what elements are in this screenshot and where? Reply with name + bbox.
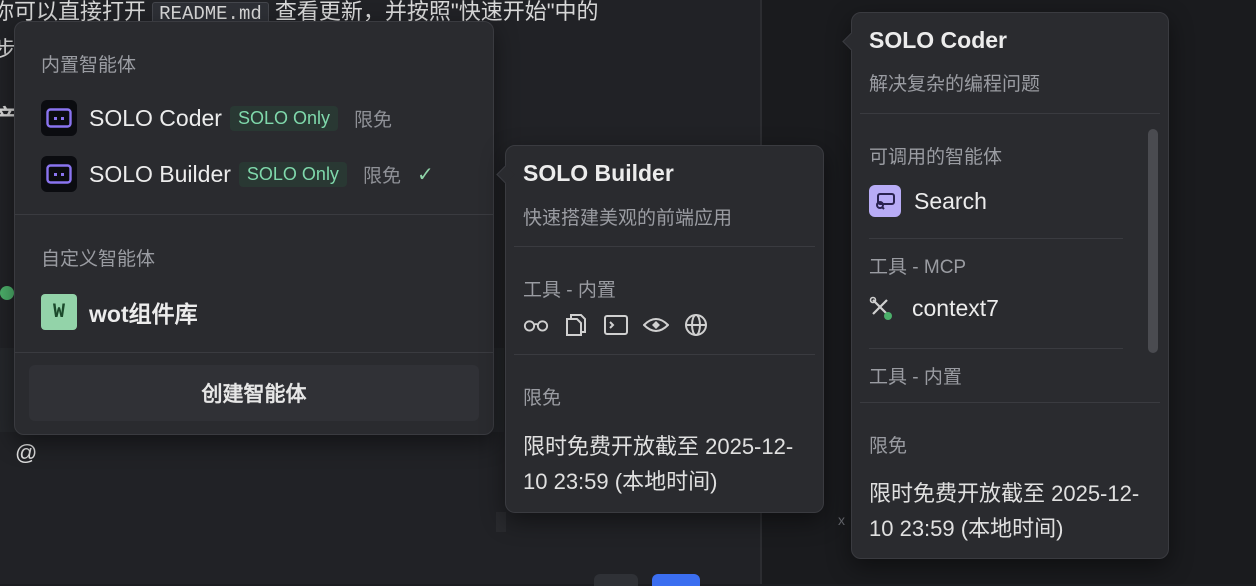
builder-tooltip: SOLO Builder 快速搭建美观的前端应用 工具 - 内置 限免 限时免费… [496,145,824,513]
globe-icon [683,312,709,338]
builtin-agents-heading: 内置智能体 [41,55,137,76]
tooltip-divider [869,348,1123,349]
robot-icon [41,100,77,136]
tooltip-title: SOLO Builder [523,160,674,186]
tooltip-subtitle: 快速搭建美观的前端应用 [523,208,733,229]
glasses-icon [523,312,549,338]
agent-item-solo-builder[interactable]: SOLO Builder SOLO Only 限免 ✓ [41,156,434,192]
callable-agent-search: Search [869,185,987,217]
tooltip-divider [860,113,1160,114]
tooltip-divider [860,402,1160,403]
tools-mcp-label: 工具 - MCP [869,257,967,278]
menu-divider [15,352,493,353]
agent-name: SOLO Coder [89,104,222,131]
menu-divider [15,214,493,215]
mcp-tool-context7: context7 [869,295,999,322]
tooltip-title: SOLO Coder [869,27,1008,53]
agent-item-wot[interactable]: W wot组件库 [41,294,206,330]
free-label: 限免 [869,436,908,457]
agent-picker-menu: 内置智能体 SOLO Coder SOLO Only 限免 SOLO Build… [14,21,494,435]
solo-only-badge: SOLO Only [229,105,338,131]
agent-name: Search [914,187,987,214]
send-button[interactable] [652,574,700,586]
tool-name: context7 [912,295,999,321]
custom-agents-heading: 自定义智能体 [41,249,156,270]
panel-edge [496,512,506,532]
coder-tooltip: SOLO Coder 解决复杂的编程问题 可调用的智能体 Search 工具 -… [842,12,1169,559]
agent-item-solo-coder[interactable]: SOLO Coder SOLO Only 限免 [41,100,392,136]
robot-icon [41,156,77,192]
agent-name: wot组件库 [89,301,198,327]
free-period-text: 限时免费开放截至 2025-12-10 23:59 (本地时间) [523,434,794,494]
free-period-text: 限时免费开放截至 2025-12-10 23:59 (本地时间) [869,481,1140,541]
tools-builtin-label: 工具 - 内置 [523,280,616,301]
tooltip-divider [869,238,1123,239]
free-label: 限免 [523,388,562,409]
tools-icon [869,296,897,322]
tooltip-subtitle: 解决复杂的编程问题 [869,74,1041,95]
scrollbar-thumb[interactable] [1148,129,1158,353]
chat-input-text[interactable]: @ [15,440,37,466]
search-agent-icon [869,185,901,217]
selected-check-icon: ✓ [416,163,434,186]
tools-builtin-label: 工具 - 内置 [869,367,962,388]
create-agent-button[interactable]: 创建智能体 [29,365,479,421]
copy-files-icon [563,312,589,338]
status-dot-icon [0,286,14,300]
free-tag: 限免 [362,165,401,187]
w-letter-icon: W [41,294,77,330]
free-tag: 限免 [353,109,392,131]
input-action-button[interactable] [594,574,638,586]
callable-agents-label: 可调用的智能体 [869,147,1003,168]
eye-preview-icon [643,312,669,338]
tooltip-divider [514,354,815,355]
close-icon[interactable]: x [838,512,845,528]
agent-name: SOLO Builder [89,160,231,187]
solo-only-badge: SOLO Only [238,161,347,187]
tooltip-divider [514,246,815,247]
tool-icon-list [523,312,709,338]
terminal-icon [603,312,629,338]
